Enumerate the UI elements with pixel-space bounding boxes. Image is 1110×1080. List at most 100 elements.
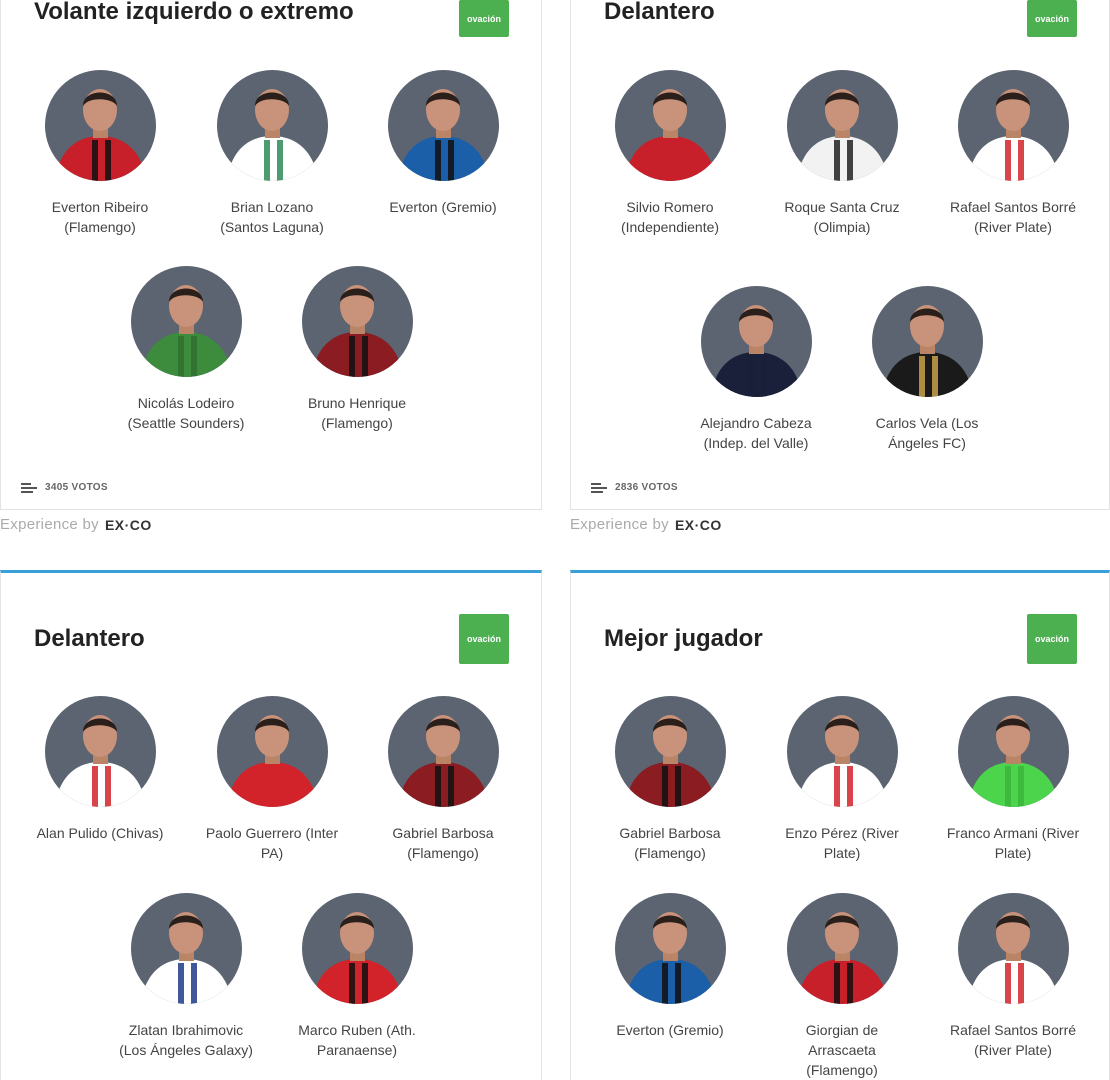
- exco-logo: EX·CO: [674, 516, 722, 533]
- ovacion-badge[interactable]: ovación: [459, 614, 509, 664]
- bar-chart-icon: [591, 482, 607, 493]
- player-photo: [700, 286, 812, 397]
- player-name: Gabriel Barbosa (Flamengo): [619, 825, 721, 861]
- player-name: Giorgian de Arrascaeta (Flamengo): [805, 1022, 879, 1078]
- player-option[interactable]: Franco Armani (River Plate): [938, 696, 1088, 863]
- player-avatar-icon: [786, 70, 898, 181]
- player-photo: [614, 70, 726, 181]
- player-photo: [614, 893, 726, 1004]
- player-option[interactable]: Paolo Guerrero (Inter PA): [197, 696, 347, 863]
- player-option[interactable]: Bruno Henrique (Flamengo): [282, 266, 432, 433]
- player-name: Paolo Guerrero (Inter PA): [205, 825, 339, 861]
- player-option[interactable]: Alejandro Cabeza (Indep. del Valle): [681, 286, 831, 453]
- player-option[interactable]: Marco Ruben (Ath. Paranaense): [282, 893, 432, 1060]
- player-photo: [614, 696, 726, 807]
- poll-card-volante: Volante izquierdo o extremo ovación Ever…: [0, 0, 542, 510]
- vote-count-label: 2836 VOTOS: [615, 482, 678, 493]
- player-photo: [44, 70, 156, 181]
- player-photo: [387, 70, 499, 181]
- player-name: Rafael Santos Borré (River Plate): [949, 1022, 1077, 1058]
- exco-attribution[interactable]: Experience by EX·CO: [0, 516, 152, 533]
- player-avatar-icon: [614, 893, 726, 1004]
- experience-by-label: Experience by: [0, 516, 99, 533]
- ovacion-badge[interactable]: ovación: [1027, 614, 1077, 664]
- player-name: Rafael Santos Borré (River Plate): [949, 199, 1077, 235]
- player-avatar-icon: [387, 70, 499, 181]
- player-name: Franco Armani (River Plate): [946, 825, 1080, 861]
- player-name: Everton (Gremio): [616, 1022, 724, 1038]
- player-photo: [957, 893, 1069, 1004]
- poll-card-mejor-jugador: Mejor jugador ovación Gabriel Barbosa (F…: [570, 570, 1110, 1080]
- player-name: Bruno Henrique (Flamengo): [307, 395, 407, 431]
- player-avatar-icon: [700, 286, 812, 397]
- player-option[interactable]: Everton Ribeiro (Flamengo): [25, 70, 175, 237]
- player-photo: [957, 70, 1069, 181]
- experience-by-label: Experience by: [570, 516, 669, 533]
- player-option[interactable]: Enzo Pérez (River Plate): [767, 696, 917, 863]
- vote-count-label: 3405 VOTOS: [45, 482, 108, 493]
- player-avatar-icon: [614, 70, 726, 181]
- player-photo: [871, 286, 983, 397]
- poll-title: Delantero: [34, 625, 145, 652]
- player-avatar-icon: [44, 696, 156, 807]
- player-option[interactable]: Rafael Santos Borré (River Plate): [938, 893, 1088, 1060]
- player-option[interactable]: Zlatan Ibrahimovic (Los Ángeles Galaxy): [111, 893, 261, 1060]
- player-name: Everton Ribeiro (Flamengo): [51, 199, 149, 235]
- player-option[interactable]: Alan Pulido (Chivas): [25, 696, 175, 843]
- player-option[interactable]: Gabriel Barbosa (Flamengo): [595, 696, 745, 863]
- vote-count: 2836 VOTOS: [591, 482, 678, 493]
- player-option[interactable]: Nicolás Lodeiro (Seattle Sounders): [111, 266, 261, 433]
- player-photo: [301, 266, 413, 377]
- player-photo: [387, 696, 499, 807]
- player-photo: [130, 893, 242, 1004]
- player-photo: [786, 893, 898, 1004]
- player-name: Zlatan Ibrahimovic (Los Ángeles Galaxy): [119, 1022, 253, 1058]
- poll-title: Delantero: [604, 0, 715, 25]
- player-option[interactable]: Everton (Gremio): [368, 70, 518, 217]
- player-photo: [786, 70, 898, 181]
- player-name: Marco Ruben (Ath. Paranaense): [298, 1022, 416, 1058]
- player-avatar-icon: [387, 696, 499, 807]
- player-photo: [130, 266, 242, 377]
- player-option[interactable]: Everton (Gremio): [595, 893, 745, 1040]
- player-avatar-icon: [130, 266, 242, 377]
- player-name: Roque Santa Cruz (Olimpia): [784, 199, 900, 235]
- player-name: Carlos Vela (Los Ángeles FC): [875, 415, 979, 451]
- player-option[interactable]: Rafael Santos Borré (River Plate): [938, 70, 1088, 237]
- exco-attribution[interactable]: Experience by EX·CO: [570, 516, 722, 533]
- player-option[interactable]: Silvio Romero (Independiente): [595, 70, 745, 237]
- player-name: Enzo Pérez (River Plate): [785, 825, 899, 861]
- player-name: Everton (Gremio): [389, 199, 497, 215]
- player-avatar-icon: [301, 893, 413, 1004]
- player-avatar-icon: [786, 696, 898, 807]
- player-avatar-icon: [301, 266, 413, 377]
- poll-card-delantero-1: Delantero ovación Silvio Romero (Indepen…: [570, 0, 1110, 510]
- player-avatar-icon: [216, 696, 328, 807]
- ovacion-badge[interactable]: ovación: [459, 0, 509, 37]
- player-name: Nicolás Lodeiro (Seattle Sounders): [127, 395, 245, 431]
- player-avatar-icon: [957, 70, 1069, 181]
- player-avatar-icon: [44, 70, 156, 181]
- player-photo: [786, 696, 898, 807]
- player-photo: [301, 893, 413, 1004]
- ovacion-badge[interactable]: ovación: [1027, 0, 1077, 37]
- player-photo: [957, 696, 1069, 807]
- player-option[interactable]: Roque Santa Cruz (Olimpia): [767, 70, 917, 237]
- player-option[interactable]: Carlos Vela (Los Ángeles FC): [852, 286, 1002, 453]
- player-avatar-icon: [957, 696, 1069, 807]
- player-avatar-icon: [216, 70, 328, 181]
- bar-chart-icon: [21, 482, 37, 493]
- poll-card-delantero-2: Delantero ovación Alan Pulido (Chivas) P…: [0, 570, 542, 1080]
- player-option[interactable]: Brian Lozano (Santos Laguna): [197, 70, 347, 237]
- vote-count: 3405 VOTOS: [21, 482, 108, 493]
- player-name: Brian Lozano (Santos Laguna): [220, 199, 324, 235]
- player-option[interactable]: Gabriel Barbosa (Flamengo): [368, 696, 518, 863]
- player-name: Alan Pulido (Chivas): [36, 825, 164, 841]
- player-avatar-icon: [871, 286, 983, 397]
- player-option[interactable]: Giorgian de Arrascaeta (Flamengo): [767, 893, 917, 1080]
- player-photo: [44, 696, 156, 807]
- player-avatar-icon: [957, 893, 1069, 1004]
- player-avatar-icon: [786, 893, 898, 1004]
- poll-title: Volante izquierdo o extremo: [34, 0, 354, 25]
- exco-logo: EX·CO: [104, 516, 152, 533]
